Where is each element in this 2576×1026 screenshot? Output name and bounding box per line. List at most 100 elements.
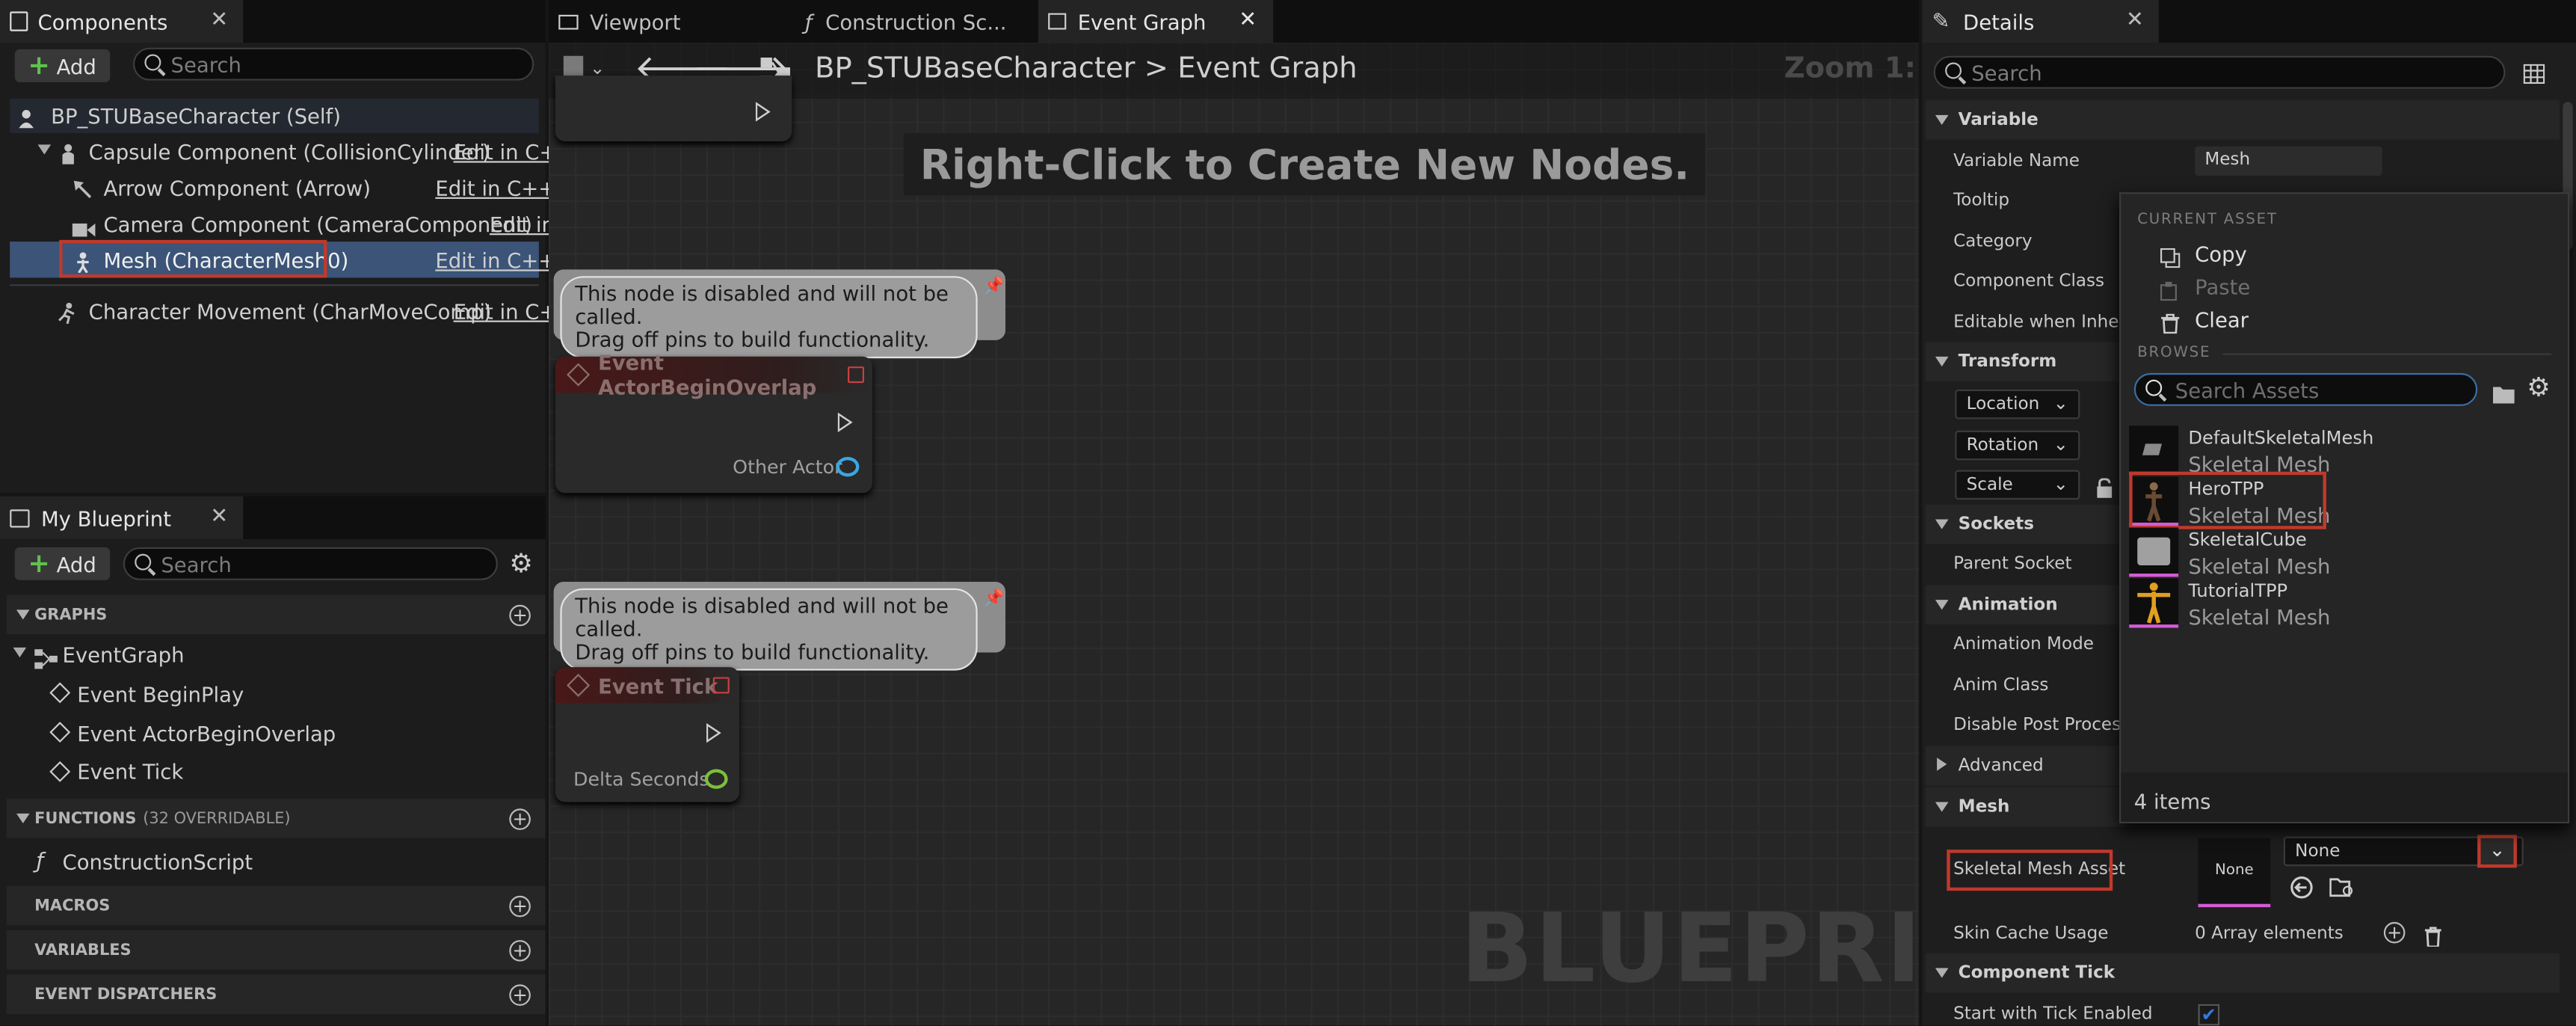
paste-menu-item[interactable]: Paste — [2195, 274, 2250, 299]
close-icon[interactable]: ✕ — [210, 505, 228, 529]
tree-movement-label[interactable]: Character Movement (CharMoveComp) — [89, 299, 492, 324]
event-tick-item[interactable]: Event Tick — [77, 759, 183, 784]
rotation-combo[interactable]: Rotation ⌄ — [1955, 430, 2080, 461]
tree-camera-label[interactable]: Camera Component (CameraComponent) — [103, 212, 531, 237]
mannequin-thumbnail-icon — [2129, 578, 2179, 628]
asset-list: DefaultSkeletalMesh Skeletal Mesh HeroTP… — [2129, 424, 2560, 630]
tab-event-graph[interactable]: Event Graph ✕ — [1038, 0, 1274, 43]
table-view-icon[interactable] — [2523, 59, 2545, 85]
plus-icon: + — [28, 49, 50, 81]
object-pin-icon[interactable] — [836, 456, 860, 477]
scale-combo[interactable]: Scale ⌄ — [1955, 470, 2080, 500]
asset-item-skeletal-cube[interactable]: SkeletalCube Skeletal Mesh — [2129, 526, 2560, 579]
copy-menu-item[interactable]: Copy — [2195, 242, 2247, 266]
pin-icon[interactable]: 📌 — [984, 277, 1004, 295]
breadcrumb-blueprint[interactable]: BP_STUBaseCharacter — [815, 52, 1135, 85]
components-search-input[interactable]: Search — [133, 47, 534, 81]
tab-viewport[interactable]: Viewport — [549, 0, 787, 43]
event-graph-item[interactable]: EventGraph — [63, 642, 185, 667]
section-graphs[interactable]: GRAPHS — [6, 595, 546, 635]
section-variable[interactable]: Variable — [1925, 100, 2560, 140]
tree-arrow-label[interactable]: Arrow Component (Arrow) — [103, 176, 371, 200]
graph-node-beginplay-partial[interactable] — [555, 76, 792, 142]
my-blueprint-panel: My Blueprint ✕ + Add Search ⚙ GRAPHS + E… — [0, 496, 546, 1026]
gear-icon[interactable]: ⚙ — [509, 550, 533, 577]
exec-pin-icon[interactable] — [755, 102, 771, 122]
mesh-thumbnail[interactable]: None — [2198, 838, 2271, 908]
dispatchers-header: EVENT DISPATCHERS — [34, 985, 218, 1004]
add-graph-icon[interactable]: + — [509, 604, 531, 627]
trash-icon[interactable] — [2424, 922, 2441, 948]
graph-node-event-tick[interactable]: Event Tick Delta Seconds — [555, 667, 739, 802]
exec-pin-icon[interactable] — [706, 722, 721, 743]
asset-item-default-skeletal-mesh[interactable]: DefaultSkeletalMesh Skeletal Mesh — [2129, 424, 2560, 476]
camera-edit-cpp-link[interactable]: Edit in — [490, 212, 555, 237]
tree-root-label: BP_STUBaseCharacter (Self) — [51, 103, 341, 129]
tab-details[interactable]: ✎ Details — [1922, 0, 2159, 43]
add-variable-icon[interactable]: + — [509, 940, 531, 962]
disabled-node-comment[interactable]: This node is disabled and will not be ca… — [553, 269, 1005, 359]
tab-construction-script[interactable]: ƒ Construction Sc... — [795, 0, 1034, 43]
add-element-icon[interactable]: + — [2383, 921, 2406, 944]
details-search-input[interactable]: Search — [1933, 55, 2506, 89]
macros-header: MACROS — [34, 896, 111, 915]
browse-folder-icon[interactable] — [2329, 874, 2355, 897]
asset-search-input[interactable]: Search Assets — [2133, 372, 2478, 406]
float-pin-icon[interactable] — [704, 769, 728, 789]
clear-menu-item[interactable]: Clear — [2195, 307, 2249, 332]
event-beginplay-item[interactable]: Event BeginPlay — [77, 682, 244, 707]
delegate-pin-icon[interactable] — [848, 366, 864, 384]
browse-divider — [2222, 353, 2552, 355]
section-component-tick[interactable]: Component Tick — [1925, 953, 2560, 993]
location-combo[interactable]: Location ⌄ — [1955, 389, 2080, 420]
asset-type: Skeletal Mesh — [2188, 553, 2331, 579]
asset-item-tutorial-tpp[interactable]: TutorialTPP Skeletal Mesh — [2129, 577, 2560, 630]
add-macro-icon[interactable]: + — [509, 895, 531, 918]
skeletal-mesh-dropdown-button[interactable]: ⌄ — [2477, 835, 2517, 868]
tab-components[interactable]: Components — [0, 0, 244, 43]
section-event-dispatchers[interactable]: EVENT DISPATCHERS — [6, 974, 546, 1014]
expand-arrow-icon[interactable] — [37, 144, 52, 155]
lock-icon[interactable] — [2096, 473, 2113, 498]
tooltip-label: Tooltip — [1953, 190, 2010, 211]
asset-item-hero-tpp[interactable]: HeroTPP Skeletal Mesh — [2129, 471, 2560, 529]
tab-my-blueprint[interactable]: My Blueprint — [0, 496, 244, 539]
start-tick-checkbox[interactable]: ✔ — [2198, 1004, 2220, 1026]
editor-tabbar: Viewport ƒ Construction Sc... Event Grap… — [549, 0, 1919, 43]
construction-script-item[interactable]: ConstructionScript — [63, 850, 253, 874]
graph-node-actor-begin-overlap[interactable]: Event ActorBeginOverlap Other Actor — [555, 350, 872, 494]
disabled-node-comment-2[interactable]: This node is disabled and will not be ca… — [553, 581, 1005, 671]
add-function-icon[interactable]: + — [509, 808, 531, 830]
node-tick-title: Event Tick — [597, 672, 718, 698]
asset-search-placeholder: Search Assets — [2175, 377, 2320, 402]
comment-line-2: Drag off pins to build functionality. — [575, 639, 930, 664]
chevron-down-icon: ⌄ — [2053, 393, 2068, 414]
mesh-edit-cpp-link[interactable]: Edit in C++ — [435, 248, 555, 273]
section-variables[interactable]: VARIABLES — [6, 930, 546, 970]
folder-icon[interactable] — [2492, 380, 2515, 404]
add-component-button[interactable]: + Add — [14, 49, 111, 82]
add-blueprint-item-button[interactable]: + Add — [14, 547, 111, 580]
pin-icon[interactable]: 📌 — [984, 590, 1004, 608]
event-overlap-item[interactable]: Event ActorBeginOverlap — [77, 722, 336, 746]
add-dispatcher-icon[interactable]: + — [509, 984, 531, 1006]
arrow-edit-cpp-link[interactable]: Edit in C++ — [435, 176, 555, 200]
gear-icon[interactable]: ⚙ — [2527, 374, 2551, 401]
exec-pin-icon[interactable] — [837, 412, 853, 432]
pencil-icon: ✎ — [1932, 9, 1950, 34]
transform-header: Transform — [1958, 351, 2057, 372]
section-macros[interactable]: MACROS — [6, 885, 546, 926]
use-selected-arrow-icon[interactable] — [2290, 874, 2314, 899]
section-functions[interactable]: FUNCTIONS (32 OVERRIDABLE) — [6, 799, 546, 838]
close-icon[interactable]: ✕ — [2126, 8, 2144, 33]
delegate-pin-icon[interactable] — [712, 677, 730, 694]
tree-capsule-label[interactable]: Capsule Component (CollisionCylinder) — [89, 140, 490, 165]
breadcrumb-graph[interactable]: Event Graph — [1177, 52, 1357, 85]
expand-arrow-icon[interactable] — [13, 647, 27, 658]
mesh-combo-value: None — [2295, 841, 2341, 861]
graph-canvas[interactable]: ⌄ 🡐 🡒 BP_STUBaseCharacter > Event Graph … — [549, 43, 1919, 1026]
my-blueprint-search-input[interactable]: Search — [123, 547, 498, 580]
close-icon[interactable]: ✕ — [210, 8, 228, 33]
close-icon[interactable]: ✕ — [1239, 8, 1257, 33]
variable-name-field[interactable]: Mesh — [2195, 146, 2382, 176]
